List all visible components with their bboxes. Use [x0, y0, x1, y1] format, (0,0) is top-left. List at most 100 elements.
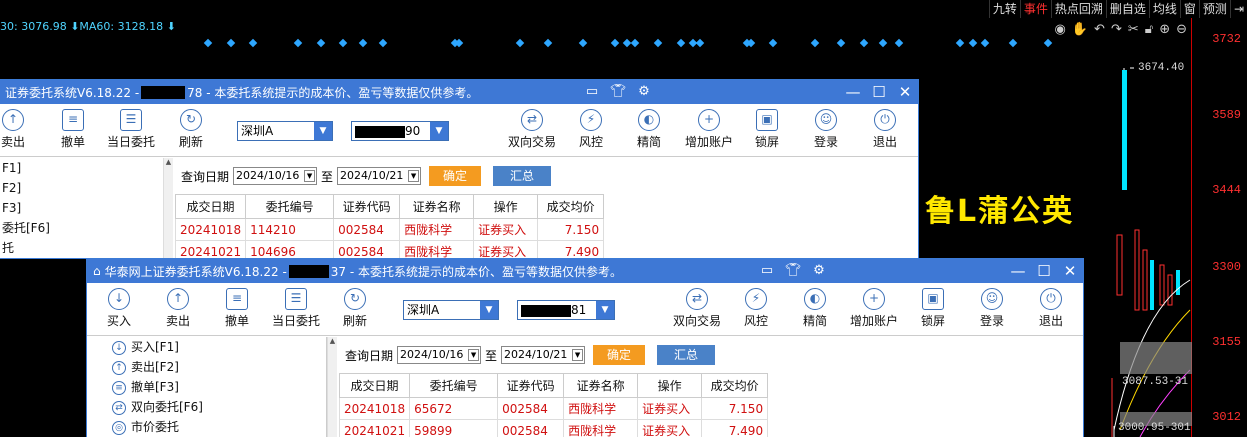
message-icon[interactable]: ▭	[584, 84, 600, 100]
sidebar-item[interactable]: ↓ 买入[F1]	[109, 337, 326, 357]
lock-screen-button[interactable]: ▣ 锁屏	[905, 288, 961, 329]
sidebar-item[interactable]: F1]	[0, 158, 166, 178]
date-from-picker[interactable]: 2024/10/16 ▼	[397, 346, 482, 364]
risk-control-button[interactable]: ⚡ 风控	[728, 288, 784, 329]
sidebar-item[interactable]: ◎ 市价委托	[109, 417, 326, 437]
hand-icon[interactable]: ✋	[1072, 22, 1088, 37]
sidebar-item[interactable]: ↑ 卖出[F2]	[109, 357, 326, 377]
gear-icon[interactable]: ⚙	[636, 84, 652, 100]
sidebar-item[interactable]: 托	[0, 238, 166, 258]
column-header[interactable]: 委托编号	[409, 373, 499, 398]
sidebar-item[interactable]: F3]	[0, 198, 166, 218]
sidebar-item-label: 市价委托	[131, 420, 180, 434]
shirt-icon[interactable]: 👕︎	[785, 263, 802, 279]
undo-icon[interactable]: ↶	[1094, 22, 1105, 37]
table-cell: 证券买入	[637, 397, 703, 420]
column-header[interactable]: 证券名称	[563, 373, 639, 398]
title-bar[interactable]: 证券委托系统V6.18.22 - 78 - 本委托系统提示的成本价、盈亏等数据仅…	[0, 80, 918, 104]
column-header[interactable]: 操作	[473, 194, 539, 219]
date-to-picker[interactable]: 2024/10/21 ▼	[337, 167, 422, 185]
menu-window[interactable]: 窗	[1179, 0, 1199, 18]
ma60-value: MA60: 3128.18	[79, 20, 164, 33]
add-account-button[interactable]: + 增加账户	[846, 288, 902, 329]
gear-icon[interactable]: ⚙	[811, 263, 827, 279]
table-row[interactable]: 20241018 114210 002584 西陇科学 证券买入 7.150	[174, 218, 605, 241]
account-select[interactable]: 81 ▼	[517, 300, 615, 320]
column-header[interactable]: 证券代码	[497, 373, 565, 398]
menu-hot-review[interactable]: 热点回溯	[1050, 0, 1106, 18]
column-header[interactable]: 证券代码	[333, 194, 401, 219]
column-header[interactable]: 成交日期	[338, 373, 411, 398]
exit-button[interactable]: ⏻ 退出	[857, 109, 913, 150]
summary-button[interactable]: 汇总	[493, 166, 552, 186]
sidebar-item[interactable]: F2]	[0, 178, 166, 198]
message-icon[interactable]: ▭	[759, 263, 775, 279]
summary-button[interactable]: 汇总	[657, 345, 716, 365]
table-row[interactable]: 20241021 59899 002584 西陇科学 证券买入 7.490	[338, 419, 769, 437]
maximize-button[interactable]: ☐	[1031, 259, 1057, 283]
login-button[interactable]: ☺ 登录	[798, 109, 854, 150]
sidebar-item[interactable]: 委托[F6]	[0, 218, 166, 238]
sidebar-item[interactable]: ≡ 撤单[F3]	[109, 377, 326, 397]
column-header[interactable]: 成交均价	[701, 373, 769, 398]
confirm-button[interactable]: 确定	[593, 345, 646, 365]
simplify-button[interactable]: ◐ 精简	[787, 288, 843, 329]
date-to-picker[interactable]: 2024/10/21 ▼	[501, 346, 586, 364]
column-header[interactable]: 成交均价	[537, 194, 605, 219]
column-header[interactable]: 操作	[637, 373, 703, 398]
confirm-button[interactable]: 确定	[429, 166, 482, 186]
sidebar-item[interactable]: ⇄ 双向委托[F6]	[109, 397, 326, 417]
eye-icon[interactable]: ◉	[1055, 22, 1066, 37]
column-header[interactable]: 成交日期	[174, 194, 247, 219]
market-select[interactable]: 深圳A ▼	[403, 300, 499, 320]
today-orders-button[interactable]: ☰ 当日委托	[103, 109, 159, 150]
cancel-order-button[interactable]: ≡ 撤单	[45, 109, 101, 150]
login-button[interactable]: ☺ 登录	[964, 288, 1020, 329]
table-row[interactable]: 20241018 65672 002584 西陇科学 证券买入 7.150	[338, 397, 769, 420]
menu-ma[interactable]: 均线	[1148, 0, 1180, 18]
maximize-button[interactable]: ☐	[866, 80, 892, 104]
cancel-order-button[interactable]: ≡ 撤单	[209, 288, 265, 329]
simplify-button[interactable]: ◐ 精简	[621, 109, 677, 150]
column-header[interactable]: 证券名称	[399, 194, 475, 219]
title-bar[interactable]: ⌂ 华泰网上证券委托系统V6.18.22 - 37 - 本委托系统提示的成本价、盈…	[87, 259, 1083, 283]
market-select[interactable]: 深圳A ▼	[237, 121, 333, 141]
menu-item-icon: ≡	[112, 380, 126, 395]
shirt-icon[interactable]: 👕︎	[610, 84, 627, 100]
exit-icon[interactable]: ⇥	[1229, 0, 1247, 18]
sell-button[interactable]: ↑ 卖出	[150, 288, 206, 329]
exit-button[interactable]: ⏻ 退出	[1023, 288, 1079, 329]
two-way-trade-button[interactable]: ⇄ 双向交易	[669, 288, 725, 329]
desktop: 九转 事件 热点回溯 删自选 均线 窗 预测 ⇥ 30: 3076.98 ⬇MA…	[0, 0, 1247, 437]
redo-icon[interactable]: ↷	[1111, 22, 1122, 37]
account-select[interactable]: 90 ▼	[351, 121, 449, 141]
column-header[interactable]: 委托编号	[245, 194, 335, 219]
risk-control-button[interactable]: ⚡ 风控	[563, 109, 619, 150]
zoom-in-icon[interactable]: ⊕	[1159, 22, 1170, 37]
refresh-button[interactable]: ↻ 刷新	[327, 288, 383, 329]
menu-jiuzhuan[interactable]: 九转	[988, 0, 1020, 18]
minimize-button[interactable]: —	[1005, 259, 1031, 283]
scissors-icon[interactable]: ✂	[1128, 22, 1139, 37]
zoom-out-icon[interactable]: ⊖	[1176, 22, 1187, 37]
refresh-button[interactable]: ↻ 刷新	[163, 109, 219, 150]
buy-button[interactable]: ↓ 买入	[91, 288, 147, 329]
sell-button[interactable]: ↑ 卖出	[0, 109, 41, 150]
minimize-button[interactable]: —	[840, 80, 866, 104]
sidebar-scrollbar[interactable]: ▲	[163, 158, 173, 258]
sidebar-scrollbar[interactable]: ▲	[327, 337, 337, 437]
lock-icon[interactable]: 🔓︎	[1145, 22, 1153, 37]
lock-screen-button[interactable]: ▣ 锁屏	[739, 109, 795, 150]
two-way-trade-button[interactable]: ⇄ 双向交易	[504, 109, 560, 150]
menu-forecast[interactable]: 预测	[1198, 0, 1230, 18]
today-orders-button[interactable]: ☰ 当日委托	[268, 288, 324, 329]
price-tick: 3732	[1212, 32, 1241, 46]
sidebar-item-label: F3]	[2, 201, 22, 215]
close-button[interactable]: ✕	[1057, 259, 1083, 283]
add-account-button[interactable]: + 增加账户	[681, 109, 737, 150]
home-icon[interactable]: ⌂	[93, 264, 101, 278]
menu-delete-watchlist[interactable]: 删自选	[1105, 0, 1149, 18]
menu-events[interactable]: 事件	[1019, 0, 1051, 18]
date-from-picker[interactable]: 2024/10/16 ▼	[233, 167, 318, 185]
close-button[interactable]: ✕	[892, 80, 918, 104]
